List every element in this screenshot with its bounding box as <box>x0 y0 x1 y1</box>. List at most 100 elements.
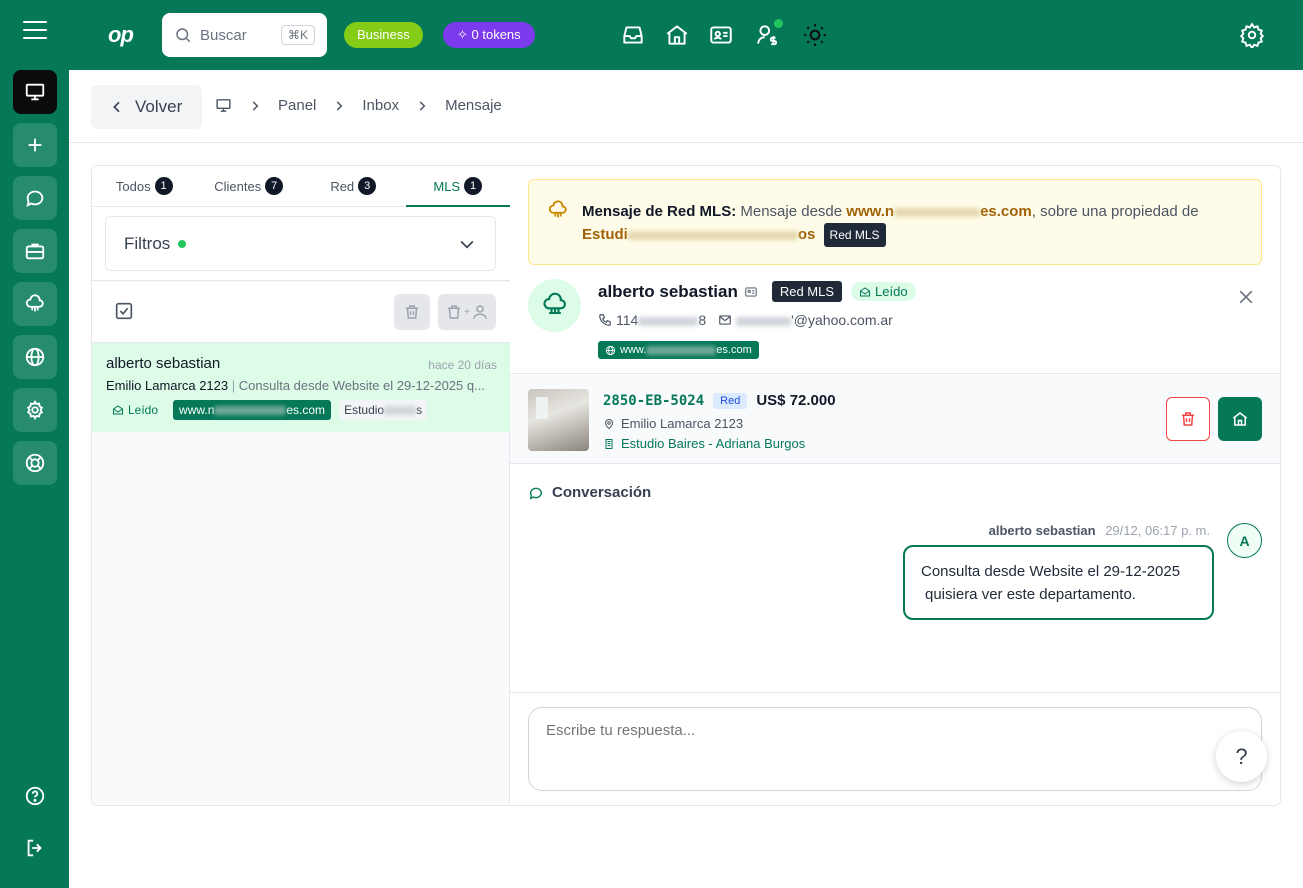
property-thumbnail[interactable] <box>528 389 589 451</box>
inbox-panel: Todos1 Clientes7 Red3 MLS1 Filtros + <box>91 165 1281 806</box>
chevron-right-icon <box>419 100 426 111</box>
globe-icon <box>25 347 45 367</box>
redacted-text <box>736 316 792 326</box>
contact-name-row: alberto sebastian Red MLS Leído <box>598 281 916 302</box>
property-address: Emilio Lamarca 2123 <box>106 378 229 393</box>
search-placeholder: Buscar <box>200 26 247 44</box>
trash-icon <box>448 305 461 319</box>
property-card: 2850-EB-5024 Red US$ 72.000 Emilio Lamar… <box>510 375 1280 464</box>
avatar: A <box>1227 523 1262 558</box>
bulk-actions: + <box>92 282 510 343</box>
close-icon[interactable] <box>1236 287 1256 307</box>
notice-domain[interactable]: www.n es.com <box>846 203 1031 220</box>
app-logo[interactable]: op <box>108 22 134 48</box>
search-box[interactable]: Buscar ⌘K <box>162 13 327 57</box>
website-badge: www.n es.com <box>173 400 332 420</box>
contact-email[interactable]: '@yahoo.com.ar <box>736 312 893 328</box>
tab-clientes[interactable]: Clientes 7 <box>197 166 302 206</box>
list-item[interactable]: alberto sebastian hace 20 días Emilio La… <box>92 343 510 432</box>
contact-phone[interactable]: 114 8 <box>616 312 706 328</box>
website-badge[interactable]: www. es.com <box>598 341 759 359</box>
notice-agency-end: os <box>797 225 816 243</box>
delete-and-block-button[interactable]: + <box>438 294 496 330</box>
search-icon <box>176 28 191 43</box>
redacted-text <box>214 406 287 416</box>
delete-selected-button[interactable] <box>394 294 430 330</box>
user-icon <box>473 305 487 319</box>
envelope-open-icon <box>113 405 123 415</box>
back-button[interactable]: Volver <box>91 85 202 129</box>
message-badges: Leído www.n es.com Estudio s <box>106 400 496 420</box>
sidebar-item-support[interactable] <box>13 441 57 485</box>
settings-gear-icon[interactable] <box>1239 22 1265 50</box>
agency-badge: Estudio s <box>339 400 428 420</box>
tab-count: 3 <box>358 177 377 195</box>
property-code-row: 2850-EB-5024 Red US$ 72.000 <box>603 392 836 409</box>
contact-header: alberto sebastian Red MLS Leído 114 8 '@y… <box>510 270 1280 374</box>
avatar <box>528 279 581 332</box>
read-label: Leído <box>875 284 908 299</box>
help-circle-icon[interactable] <box>22 783 48 809</box>
filters-toggle[interactable]: Filtros <box>105 216 496 271</box>
notice-agency[interactable]: Estudi os <box>582 226 815 243</box>
reply-section <box>510 692 1280 805</box>
briefcase-icon <box>25 243 45 260</box>
chat-icon <box>26 190 44 208</box>
contact-card-icon[interactable] <box>708 22 734 48</box>
breadcrumb-inbox[interactable]: Inbox <box>362 97 399 114</box>
tooltip: Red MLS <box>823 223 886 247</box>
select-all-checkbox-icon[interactable] <box>113 300 135 322</box>
tab-mls[interactable]: MLS 1 <box>405 166 511 207</box>
message-time: hace 20 días <box>428 358 497 372</box>
monitor-icon <box>25 83 45 101</box>
message-preview-line: Emilio Lamarca 2123 | Consulta desde Web… <box>106 378 496 393</box>
tab-red[interactable]: Red 3 <box>301 166 406 206</box>
logout-icon[interactable] <box>22 835 48 861</box>
mls-notice: Mensaje de Red MLS: Mensaje desde www.n e… <box>528 179 1262 265</box>
tab-count: 7 <box>265 177 284 195</box>
trash-icon <box>406 305 418 319</box>
sun-icon[interactable] <box>802 22 828 48</box>
tab-todos[interactable]: Todos 1 <box>92 166 197 206</box>
website-start: www. <box>620 344 647 356</box>
contact-card-icon[interactable] <box>744 285 758 299</box>
message-text-line-2: quisiera ver este departamento. <box>925 586 1136 603</box>
user-dollar-icon[interactable] <box>755 19 783 48</box>
sidebar-item-properties[interactable] <box>13 229 57 273</box>
contact-name: alberto sebastian <box>598 281 738 301</box>
notice-agency-start: Estudi <box>582 225 628 243</box>
property-code[interactable]: 2850-EB-5024 <box>603 393 704 409</box>
notification-dot <box>774 19 783 28</box>
inbox-tabs: Todos 1 Clientes 7 Red 3 MLS 1 <box>92 166 510 207</box>
tokens-badge[interactable]: ✧ 0 tokens <box>443 22 535 48</box>
property-agency[interactable]: Estudio Baires - Adriana Burgos <box>621 436 805 451</box>
monitor-icon[interactable] <box>215 97 232 114</box>
plan-badge[interactable]: Business <box>344 22 423 48</box>
sidebar-item-messages[interactable] <box>13 176 57 220</box>
sidebar-item-dashboard[interactable] <box>13 70 57 114</box>
menu-icon[interactable] <box>23 21 47 39</box>
reply-input[interactable] <box>528 707 1262 791</box>
chevron-left-icon <box>113 101 120 113</box>
filters-active-dot <box>178 239 187 248</box>
breadcrumb-panel[interactable]: Panel <box>278 97 316 114</box>
sidebar-item-add[interactable] <box>13 123 57 167</box>
help-button[interactable]: ? <box>1216 731 1267 782</box>
view-property-button[interactable] <box>1218 397 1262 441</box>
lifebuoy-icon <box>25 453 45 473</box>
delete-button[interactable] <box>1166 397 1210 441</box>
inbox-icon[interactable] <box>620 22 646 48</box>
message-text-line-1: Consulta desde Website el 29-12-2025 <box>921 563 1181 580</box>
home-icon[interactable] <box>664 22 690 48</box>
tab-label: Clientes <box>214 178 262 194</box>
message-detail-pane: Mensaje de Red MLS: Mensaje desde www.n e… <box>510 166 1280 805</box>
sidebar-item-settings[interactable] <box>13 388 57 432</box>
agency-start: Estudio <box>344 403 385 417</box>
sidebar-item-web[interactable] <box>13 335 57 379</box>
notice-title: Mensaje de Red MLS: <box>582 203 737 220</box>
cloud-network-icon <box>548 200 567 218</box>
message-list-pane: Todos1 Clientes7 Red3 MLS1 Filtros + <box>92 166 510 805</box>
sidebar-item-network[interactable] <box>13 282 57 326</box>
thumbnail-window <box>536 397 548 419</box>
back-label: Volver <box>135 97 183 116</box>
